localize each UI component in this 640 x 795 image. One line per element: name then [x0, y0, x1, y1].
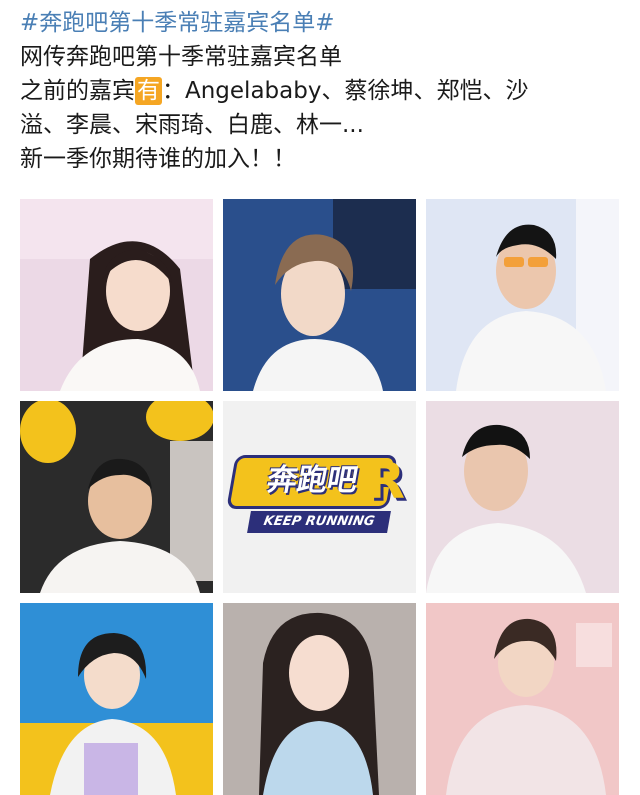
- photo-3[interactable]: [426, 199, 619, 391]
- post-line-4: 新一季你期待谁的加入！！: [20, 146, 296, 172]
- show-logo-tile[interactable]: 奔跑吧 R KEEP RUNNING: [223, 401, 416, 593]
- post-line-2: 之前的嘉宾有：Angelababy、蔡徐坤、郑恺、沙: [20, 74, 620, 108]
- hashtag-link[interactable]: #奔跑吧第十季常驻嘉宾名单#: [20, 6, 620, 40]
- photo-6-image: [426, 401, 619, 593]
- photo-7[interactable]: [20, 603, 213, 795]
- logo-r-badge: R: [366, 452, 405, 510]
- post-text: #奔跑吧第十季常驻嘉宾名单# 网传奔跑吧第十季常驻嘉宾名单 之前的嘉宾有：Ang…: [0, 0, 640, 176]
- post-line-2-prefix: 之前的嘉宾: [20, 78, 135, 104]
- photo-3-image: [426, 199, 619, 391]
- post-line-3: 溢、李晨、宋雨琦、白鹿、林一...: [20, 112, 364, 138]
- photo-8-image: [223, 603, 416, 795]
- photo-9[interactable]: [426, 603, 619, 795]
- photo-7-image: [20, 603, 213, 795]
- running-man-logo: 奔跑吧 R KEEP RUNNING: [226, 451, 411, 537]
- photo-8[interactable]: [223, 603, 416, 795]
- photo-1[interactable]: [20, 199, 213, 391]
- post-line-1: 网传奔跑吧第十季常驻嘉宾名单: [20, 44, 342, 70]
- photo-2[interactable]: [223, 199, 416, 391]
- photo-1-image: [20, 199, 213, 391]
- weibo-post: #奔跑吧第十季常驻嘉宾名单# 网传奔跑吧第十季常驻嘉宾名单 之前的嘉宾有：Ang…: [0, 0, 640, 795]
- logo-subtitle: KEEP RUNNING: [247, 511, 391, 533]
- photo-6[interactable]: [426, 401, 619, 593]
- post-line-2-suffix: ：Angelababy、蔡徐坤、郑恺、沙: [162, 78, 529, 104]
- highlight-word: 有: [135, 77, 162, 105]
- photo-4[interactable]: [20, 401, 213, 593]
- photo-9-image: [426, 603, 619, 795]
- photo-grid: 奔跑吧 R KEEP RUNNING: [20, 199, 619, 795]
- photo-2-image: [223, 199, 416, 391]
- photo-4-image: [20, 401, 213, 593]
